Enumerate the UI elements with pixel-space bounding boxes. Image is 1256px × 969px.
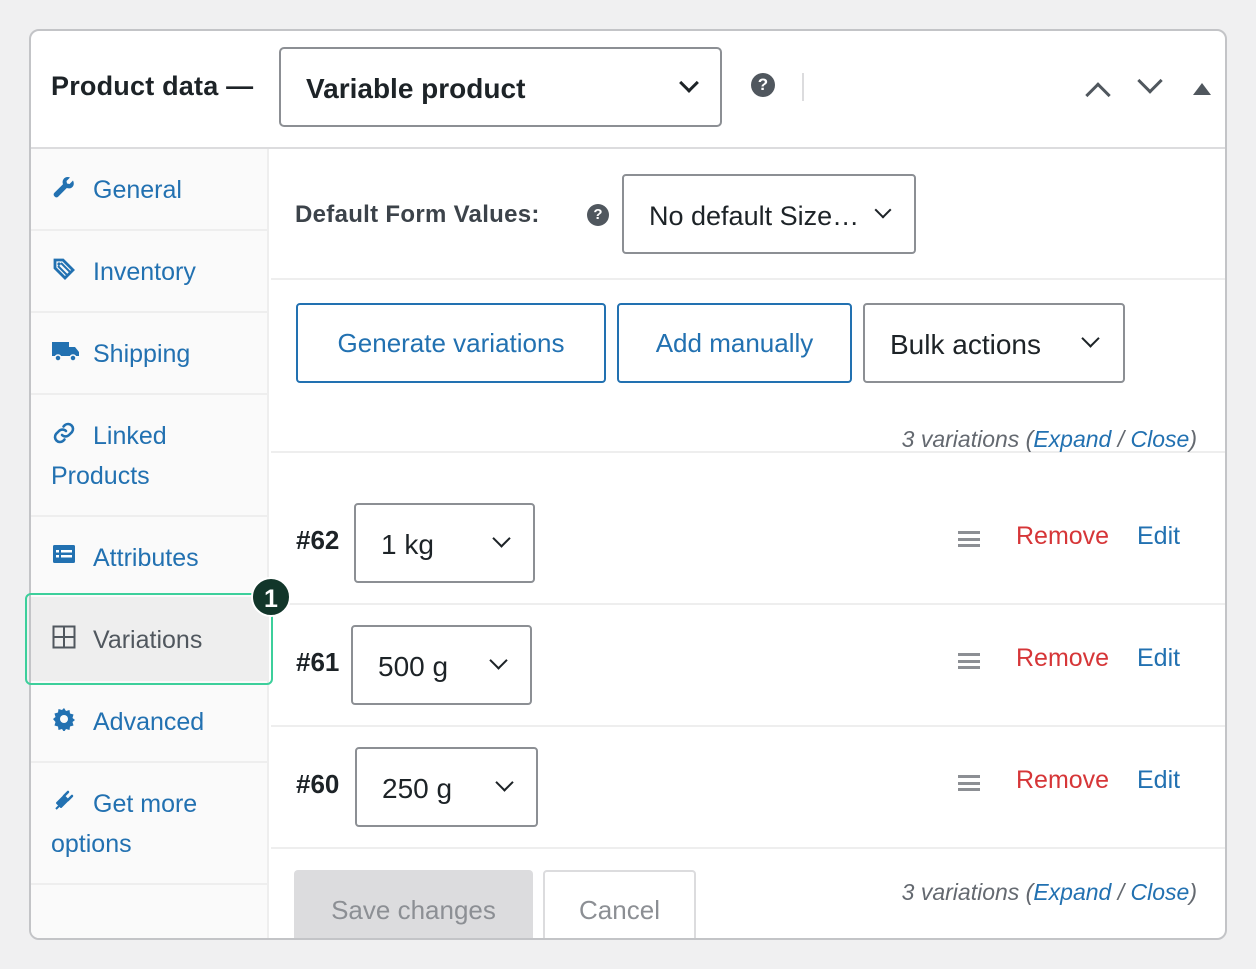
separator: / [1111,426,1131,452]
edit-link[interactable]: Edit [1137,522,1180,551]
separator: / [1111,879,1131,905]
variation-attribute-select[interactable]: 500 g [351,625,532,705]
product-data-tabs: General Inventory Shipping Linked Produc… [31,149,269,938]
tab-label: Inventory [93,258,196,286]
default-size-value: No default Size… [649,201,860,231]
variation-count: 3 variations (Expand / Close) [902,879,1197,906]
chevron-down-icon [1081,329,1100,348]
move-up-icon[interactable] [1085,82,1111,108]
tab-linked-products[interactable]: Linked Products [31,395,269,517]
drag-handle-icon[interactable] [958,531,980,547]
tab-shipping[interactable]: Shipping [31,313,269,395]
panel-header: Product data — Variable product ? [31,31,1225,149]
save-changes-button[interactable]: Save changes [294,870,533,938]
expand-link[interactable]: Expand [1033,879,1111,905]
default-size-select[interactable]: No default Size… [622,174,916,254]
variation-count: 3 variations (Expand / Close) [902,426,1197,453]
chevron-down-icon [489,651,508,670]
default-form-values-label: Default Form Values: [295,201,540,228]
chevron-down-icon [492,529,511,548]
cancel-button[interactable]: Cancel [543,870,696,938]
variation-attribute-value: 500 g [378,651,449,682]
tab-label: Advanced [93,708,205,736]
variations-tab-highlight [25,593,273,685]
product-data-panel: Product data — Variable product ? Genera… [29,29,1227,940]
drag-handle-icon[interactable] [958,653,980,669]
product-type-select[interactable]: Variable product [279,47,722,127]
panel-title: Product data — [51,71,254,101]
help-icon[interactable]: ? [587,204,609,226]
variation-attribute-select[interactable]: 250 g [355,747,538,827]
tab-label: Attributes [93,544,199,572]
collapse-toggle-icon[interactable] [1193,83,1211,95]
variation-id: #62 [296,525,340,555]
tab-advanced[interactable]: Advanced [31,681,269,763]
add-manually-button[interactable]: Add manually [617,303,852,383]
variation-count-text: 3 variations ( [901,879,1034,905]
close-link[interactable]: Close [1131,879,1190,905]
tab-label: Shipping [93,340,191,368]
variation-row[interactable]: #62 1 kg Remove Edit [271,483,1225,605]
step-badge: 1 [251,577,291,617]
variation-attribute-value: 250 g [382,773,453,804]
variation-attribute-value: 1 kg [381,529,434,560]
variations-panel: Default Form Values: ? No default Size… … [271,149,1225,938]
generate-variations-button[interactable]: Generate variations [296,303,606,383]
drag-handle-icon[interactable] [958,775,980,791]
help-icon[interactable]: ? [751,73,775,97]
paren-close: ) [1189,426,1197,452]
move-down-icon[interactable] [1137,68,1163,94]
variation-id: #61 [296,647,340,677]
chevron-down-icon [874,201,892,219]
remove-link[interactable]: Remove [1016,522,1109,551]
variation-attribute-select[interactable]: 1 kg [354,503,535,583]
bulk-actions-value: Bulk actions [890,329,1041,360]
remove-link[interactable]: Remove [1016,644,1109,673]
variation-row[interactable]: #61 500 g Remove Edit [271,605,1225,727]
chevron-down-icon [495,773,514,792]
product-type-value: Variable product [306,73,526,104]
tab-label: Linked Products [51,422,167,490]
expand-link[interactable]: Expand [1033,426,1111,452]
header-divider [802,73,804,101]
variation-row[interactable]: #60 250 g Remove Edit [271,727,1225,849]
variation-id: #60 [296,769,340,799]
remove-link[interactable]: Remove [1016,766,1109,795]
tab-general[interactable]: General [31,149,269,231]
chevron-down-icon [679,73,699,93]
tab-inventory[interactable]: Inventory [31,231,269,313]
close-link[interactable]: Close [1131,426,1190,452]
paren-close: ) [1189,879,1197,905]
variation-count-text: 3 variations ( [901,426,1034,452]
default-form-values-row: Default Form Values: ? No default Size… [271,149,1225,280]
bulk-actions-select[interactable]: Bulk actions [863,303,1125,383]
tab-label: General [93,176,182,204]
tab-attributes[interactable]: Attributes [31,517,269,599]
edit-link[interactable]: Edit [1137,766,1180,795]
tab-label: Get more options [51,790,198,858]
edit-link[interactable]: Edit [1137,644,1180,673]
tab-get-more-options[interactable]: Get more options [31,763,269,885]
